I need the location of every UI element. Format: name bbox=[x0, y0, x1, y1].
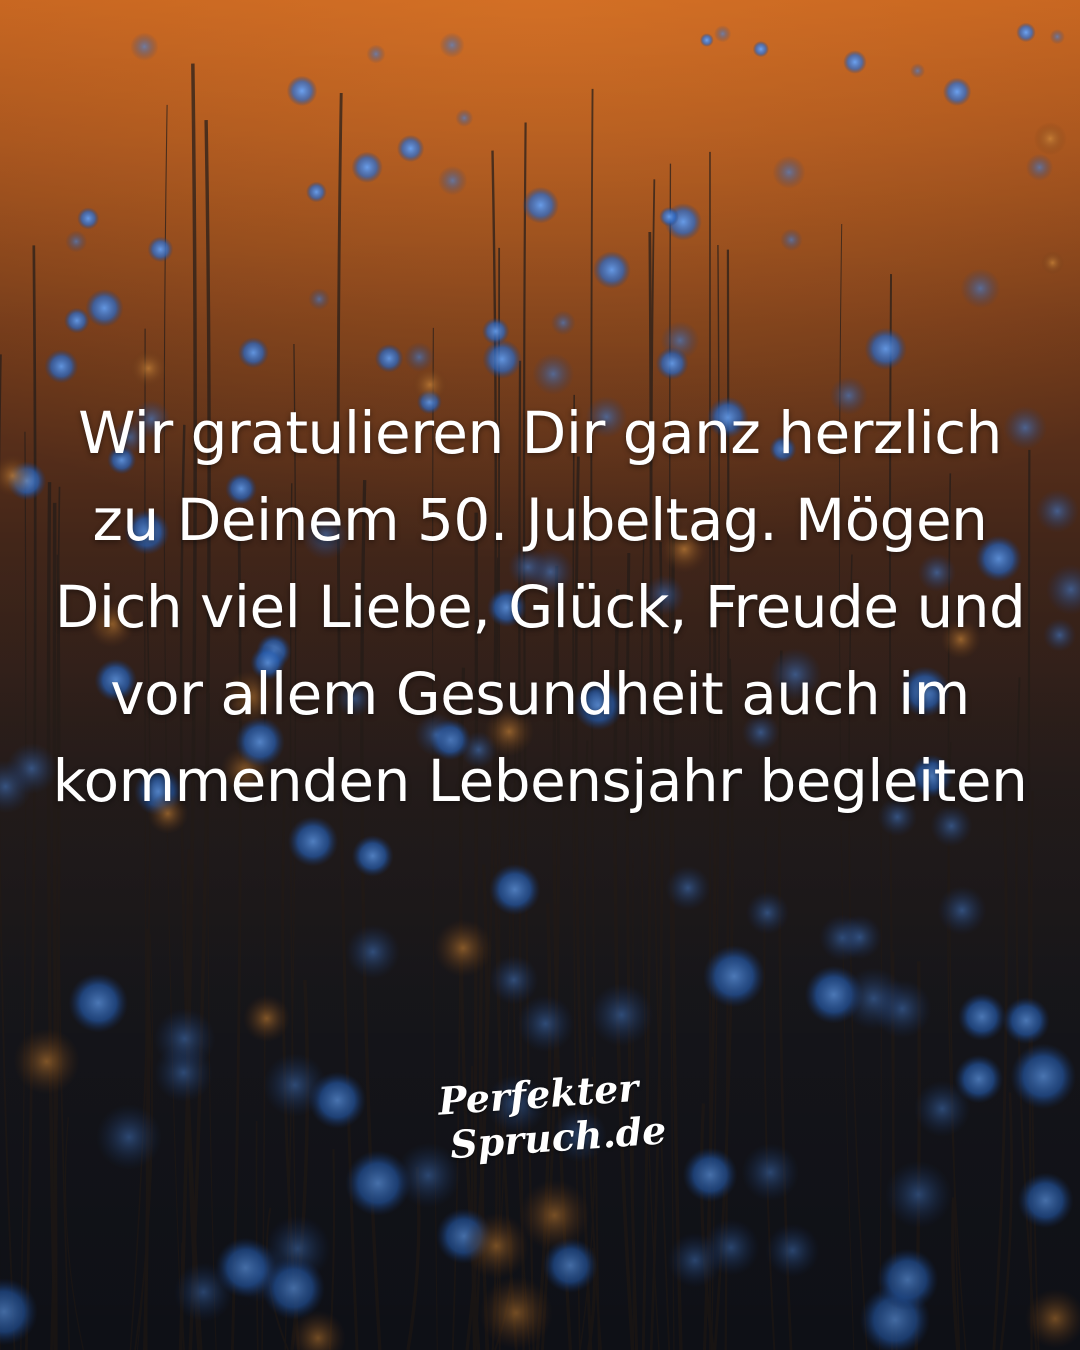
greeting-quote: Wir gratulieren Dir ganz herzlich zu Dei… bbox=[40, 390, 1040, 825]
quote-line: Dich viel Liebe, Glück, Freude und bbox=[54, 573, 1026, 641]
quote-line: Wir gratulieren Dir ganz herzlich bbox=[78, 399, 1002, 467]
quote-line: vor allem Gesundheit auch im bbox=[110, 660, 970, 728]
brand-logo: Perfekter Spruch.de bbox=[430, 1065, 668, 1167]
quote-line: kommenden Lebensjahr begleiten bbox=[52, 747, 1028, 815]
quote-line: zu Deinem 50. Jubeltag. Mögen bbox=[92, 486, 988, 554]
quote-card: Wir gratulieren Dir ganz herzlich zu Dei… bbox=[0, 0, 1080, 1350]
